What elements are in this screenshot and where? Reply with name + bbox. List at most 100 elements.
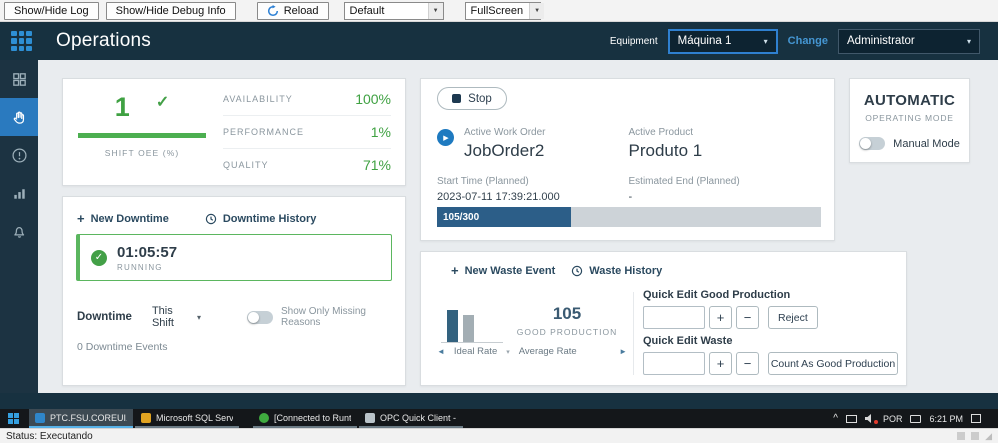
carousel-right-icon[interactable]: ► (619, 347, 627, 356)
user-select-value: Administrator (847, 35, 915, 47)
alert-icon (11, 147, 28, 164)
metric-label: QUALITY (223, 160, 269, 170)
reload-button[interactable]: Reload (257, 2, 329, 20)
sidebar-item-operations[interactable] (0, 98, 38, 136)
notification-dot (874, 420, 878, 424)
operating-mode-value: AUTOMATIC (850, 92, 969, 109)
downtime-range-value: This Shift (152, 305, 192, 329)
status-text: Status: Executando (6, 431, 93, 442)
taskbar-item-ptc-menu[interactable]: PTC.FSU.COREUI.Menu... (29, 409, 133, 428)
stop-icon (452, 94, 461, 103)
sidebar-item-equipment[interactable] (0, 60, 38, 98)
stop-button[interactable]: Stop (437, 87, 507, 110)
show-hide-log-button[interactable]: Show/Hide Log (4, 2, 99, 20)
good-production-input[interactable] (643, 306, 705, 329)
network-icon[interactable] (846, 415, 857, 423)
equipment-select-value: Máquina 1 (678, 35, 732, 47)
chart-bar (447, 310, 458, 342)
action-center-icon[interactable] (971, 414, 981, 423)
fullscreen-select[interactable]: FullScreen ▼ (465, 2, 541, 20)
chevron-down-icon: ▾ (764, 37, 768, 46)
chevron-down-icon: ▾ (506, 348, 510, 356)
oee-metrics: AVAILABILITY 100% PERFORMANCE 1% QUALITY… (221, 79, 405, 185)
shift-oee-value: 1 (115, 94, 130, 121)
tray-chevron-up-icon[interactable]: ^ (833, 414, 838, 424)
manual-mode-label: Manual Mode (893, 138, 960, 150)
downtime-timer: 01:05:57 (117, 244, 177, 261)
manual-mode-toggle[interactable] (859, 137, 885, 150)
missing-reasons-label: Show Only Missing Reasons (281, 306, 391, 328)
downtime-history-button[interactable]: Downtime History (205, 213, 317, 225)
waste-increment-button[interactable]: + (709, 352, 732, 375)
downtime-timer-box: ✓ 01:05:57 RUNNING (76, 234, 392, 281)
status-bar: Status: Executando ◢ (0, 428, 998, 443)
sidebar (0, 60, 38, 393)
device-icon[interactable] (971, 432, 979, 440)
history-clock-icon (205, 213, 217, 225)
language-indicator[interactable]: POR (883, 414, 903, 424)
waste-history-button[interactable]: Waste History (571, 265, 662, 277)
reject-button[interactable]: Reject (768, 306, 818, 329)
active-product-label: Active Product (629, 127, 821, 138)
taskbar-item-label: Microsoft SQL Server ... (156, 413, 233, 423)
app-footer (0, 393, 998, 409)
operating-mode-card: AUTOMATIC OPERATING MODE Manual Mode (849, 78, 970, 163)
estimated-end-value: - (629, 191, 821, 203)
good-production-summary: 105 GOOD PRODUCTION (511, 304, 623, 337)
start-button[interactable] (0, 409, 27, 428)
sidebar-item-escalations[interactable] (0, 174, 38, 212)
app-logo-icon[interactable] (11, 31, 32, 52)
stop-label: Stop (468, 93, 492, 105)
debug-toolbar: Show/Hide Log Show/Hide Debug Info Reloa… (0, 0, 998, 22)
taskbar-item-label: OPC Quick Client - Un... (380, 413, 457, 423)
touch-keyboard-icon[interactable] (910, 415, 921, 423)
show-hide-debug-button[interactable]: Show/Hide Debug Info (106, 2, 236, 20)
estimated-end-planned: Estimated End (Planned) - (629, 176, 821, 203)
device-icon[interactable] (957, 432, 965, 440)
metric-label: AVAILABILITY (223, 94, 293, 104)
downtime-card: + New Downtime Downtime History ✓ 01:05:… (62, 196, 406, 386)
production-progress-bar: 105/300 (437, 207, 821, 227)
good-decrement-button[interactable]: − (736, 306, 759, 329)
new-downtime-button[interactable]: + New Downtime (77, 212, 169, 225)
opc-client-icon (365, 413, 375, 423)
active-product: Active Product Produto 1 (629, 127, 821, 161)
taskbar-item-sql-server[interactable]: Microsoft SQL Server ... (135, 409, 239, 428)
layout-select[interactable]: Default ▼ (344, 2, 444, 20)
screen: Show/Hide Log Show/Hide Debug Info Reloa… (0, 0, 998, 443)
kepserver-icon (259, 413, 269, 423)
metric-value: 71% (363, 157, 391, 173)
resize-grip-icon[interactable]: ◢ (985, 432, 992, 441)
equipment-select[interactable]: Máquina 1 ▾ (668, 29, 778, 54)
metric-quality: QUALITY 71% (223, 149, 391, 181)
plus-icon: + (77, 212, 85, 225)
good-increment-button[interactable]: + (709, 306, 732, 329)
missing-reasons-toggle[interactable] (247, 311, 273, 324)
quick-edit-panel: Quick Edit Good Production + − Reject Qu… (643, 289, 898, 381)
sidebar-item-notifications[interactable] (0, 212, 38, 250)
waste-input[interactable] (643, 352, 705, 375)
taskbar-item-kepserver[interactable]: [Connected to Runtim... (253, 409, 357, 428)
production-progress-text: 105/300 (437, 212, 479, 223)
rate-carousel: ◄ Ideal Rate ▾ Average Rate ► (437, 346, 627, 357)
header-controls: Equipment Máquina 1 ▾ Change Administrat… (610, 29, 980, 54)
layout-select-value: Default (350, 5, 385, 17)
active-work-order-label: Active Work Order (464, 127, 629, 138)
estimated-end-label: Estimated End (Planned) (629, 176, 821, 187)
waste-card: + New Waste Event Waste History 105 GOOD… (420, 251, 907, 386)
new-waste-event-button[interactable]: + New Waste Event (451, 264, 555, 277)
active-product-value: Produto 1 (629, 141, 821, 161)
change-link[interactable]: Change (788, 35, 828, 47)
downtime-history-label: Downtime History (223, 213, 317, 225)
carousel-left-icon[interactable]: ◄ (437, 347, 445, 356)
user-select[interactable]: Administrator ▾ (838, 29, 980, 54)
taskbar-item-opc-client[interactable]: OPC Quick Client - Un... (359, 409, 463, 428)
volume-icon[interactable] (865, 414, 875, 423)
downtime-range-select[interactable]: This Shift ▾ (152, 305, 201, 329)
metric-label: PERFORMANCE (223, 127, 304, 137)
sidebar-item-alerts[interactable] (0, 136, 38, 174)
clock[interactable]: 6:21 PM (929, 414, 963, 424)
waste-decrement-button[interactable]: − (736, 352, 759, 375)
chart-bar (463, 315, 474, 342)
count-as-good-button[interactable]: Count As Good Production (768, 352, 898, 375)
